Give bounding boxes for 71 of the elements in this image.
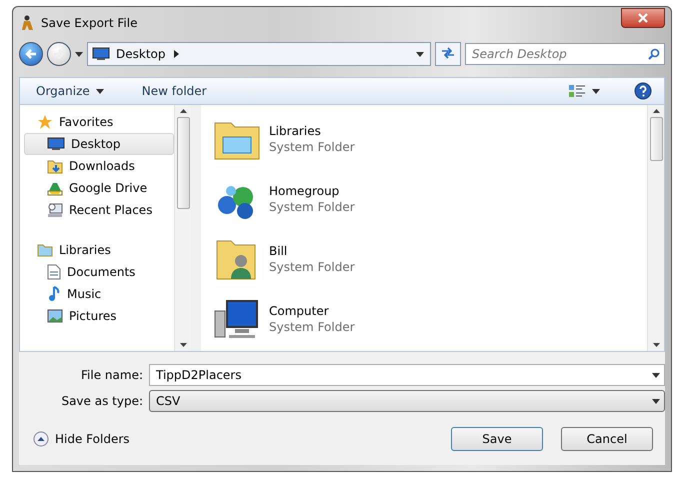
file-item[interactable]: Libraries System Folder — [213, 113, 647, 165]
file-type: System Folder — [269, 260, 355, 274]
star-icon — [37, 114, 53, 130]
nav-item[interactable]: Downloads — [24, 155, 174, 177]
file-name: Bill — [269, 244, 288, 258]
refresh-arrows-icon — [441, 46, 455, 58]
search-icon — [648, 48, 660, 60]
caret-icon — [96, 88, 104, 94]
caret-icon — [652, 372, 660, 378]
organize-button[interactable]: Organize — [32, 82, 108, 100]
file-name: Computer — [269, 304, 330, 318]
window-title: Save Export File — [41, 16, 138, 30]
save-button[interactable]: Save — [451, 426, 543, 450]
nav-item[interactable]: Google Drive — [24, 177, 174, 199]
recent-places-icon — [47, 202, 63, 218]
nav-item[interactable]: Recent Places — [24, 199, 174, 221]
file-name-label: File name: — [80, 368, 144, 382]
dropdown-caret-icon — [416, 52, 424, 56]
file-type: System Folder — [269, 200, 355, 214]
monitor-icon — [47, 137, 65, 151]
chevron-right-icon — [174, 50, 178, 58]
monitor-icon — [92, 47, 110, 61]
history-caret-icon — [75, 52, 83, 56]
nav-item[interactable]: Pictures — [24, 305, 174, 327]
caret-icon — [652, 398, 660, 404]
save-type-dropdown[interactable]: CSV — [149, 390, 665, 412]
address-location[interactable]: Desktop — [116, 47, 166, 61]
music-note-icon — [47, 286, 61, 302]
drive-icon — [47, 180, 63, 196]
document-icon — [47, 264, 61, 280]
collapse-up-icon — [33, 430, 49, 446]
cancel-button[interactable]: Cancel — [561, 426, 653, 450]
file-type: System Folder — [269, 320, 355, 334]
file-scrollbar[interactable] — [647, 105, 664, 351]
file-item[interactable]: Bill System Folder — [213, 233, 647, 285]
arrow-left-icon — [25, 48, 37, 60]
forward-button[interactable] — [47, 42, 71, 66]
view-list-icon — [568, 84, 586, 98]
scroll-up-icon[interactable] — [180, 109, 186, 113]
file-name: Homegroup — [269, 184, 340, 198]
file-name: Libraries — [269, 124, 322, 138]
new-folder-button[interactable]: New folder — [138, 82, 211, 100]
nav-item[interactable]: Desktop — [24, 133, 174, 155]
scroll-down-icon[interactable] — [180, 343, 186, 347]
back-button[interactable] — [19, 42, 43, 66]
app-icon — [21, 15, 35, 31]
file-item[interactable]: Computer System Folder — [213, 293, 647, 345]
caret-icon — [592, 88, 600, 94]
save-type-label: Save as type: — [60, 394, 144, 408]
scroll-thumb[interactable] — [176, 117, 190, 209]
nav-scrollbar[interactable] — [174, 105, 191, 351]
scroll-thumb[interactable] — [650, 117, 662, 161]
file-item[interactable]: Homegroup System Folder — [213, 173, 647, 225]
file-name-field[interactable]: TippD2Placers — [149, 364, 665, 386]
file-type: System Folder — [269, 140, 355, 154]
close-button[interactable] — [621, 8, 665, 28]
hide-folders-button[interactable]: Hide Folders — [33, 430, 130, 446]
refresh-button[interactable] — [435, 42, 461, 66]
picture-icon — [47, 309, 63, 323]
nav-item[interactable]: Music — [24, 283, 174, 305]
libraries-icon — [37, 243, 53, 257]
help-icon[interactable] — [634, 82, 652, 100]
search-field[interactable]: Search Desktop — [465, 43, 665, 65]
close-icon — [638, 13, 648, 23]
nav-section-header[interactable]: Favorites — [24, 111, 174, 133]
nav-item[interactable]: Documents — [24, 261, 174, 283]
address-bar[interactable]: Desktop — [87, 42, 431, 66]
scroll-down-icon[interactable] — [652, 343, 660, 347]
scroll-up-icon[interactable] — [652, 109, 660, 113]
download-folder-icon — [47, 158, 63, 174]
nav-section-header[interactable]: Libraries — [24, 239, 174, 261]
